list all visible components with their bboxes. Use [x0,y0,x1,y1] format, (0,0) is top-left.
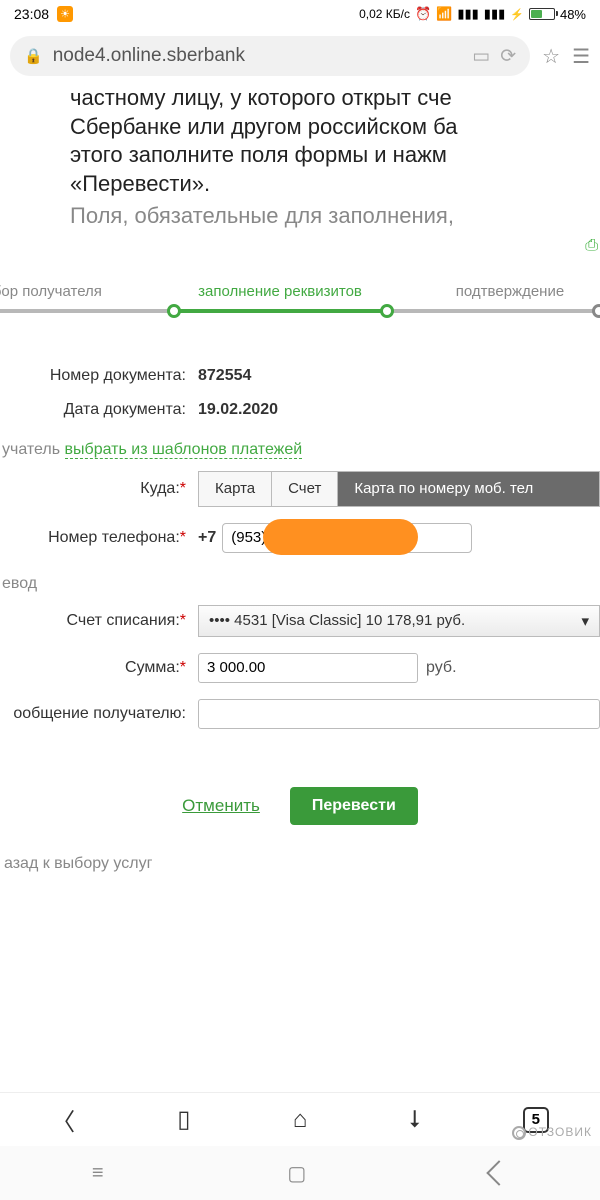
intro-sub: Поля, обязательные для заполнения, [70,202,600,231]
doc-num-value: 872554 [198,367,251,385]
menu-icon[interactable]: ☰ [572,44,590,69]
signal-icon-1: ▮▮▮ [457,6,478,22]
intro-line: этого заполните поля формы и нажм [70,141,600,170]
tab-mobile[interactable]: Карта по номеру моб. тел [338,472,599,506]
nav-home-icon[interactable]: ⌂ [293,1106,308,1134]
sys-home-icon[interactable]: ▢ [287,1161,306,1186]
amount-input[interactable] [198,653,418,683]
account-value: •••• 4531 [Visa Classic] 10 178,91 руб. [209,612,465,629]
template-link[interactable]: выбрать из шаблонов платежей [65,441,303,459]
nav-back-icon[interactable]: 〈 [51,1102,75,1137]
recipient-section: учатель выбрать из шаблонов платежей [0,427,600,463]
progress-steps: выбор получателя заполнение реквизитов п… [0,277,600,327]
account-select[interactable]: •••• 4531 [Visa Classic] 10 178,91 руб. … [198,605,600,637]
lock-icon: 🔒 [24,47,43,65]
transfer-form: Номер документа: 872554 Дата документа: … [0,359,600,873]
doc-date-label: Дата документа: [0,401,198,419]
message-label: ообщение получателю: [0,705,198,723]
battery-icon [529,8,555,20]
alarm-icon: ⏰ [415,6,431,22]
data-speed: 0,02 КБ/с [359,7,410,21]
watermark: ОТЗОВИК [512,1125,592,1140]
step-details[interactable]: заполнение реквизитов [190,283,370,300]
destination-tabs: Карта Счет Карта по номеру моб. тел [198,471,600,507]
step-confirm[interactable]: подтверждение [420,283,600,300]
intro-line: частному лицу, у которого открыт сче [70,84,600,113]
sys-recent-icon[interactable]: ≡ [92,1162,104,1185]
redaction-mark [263,519,418,555]
doc-date-value: 19.02.2020 [198,401,278,419]
step-recipient[interactable]: выбор получателя [0,283,128,300]
step-dot [592,304,600,318]
transfer-section: евод [0,561,600,597]
intro-line: Сбербанке или другом российском ба [70,113,600,142]
nav-bookmarks-icon[interactable]: ▯ [177,1105,190,1134]
status-bar: 23:08 0,02 КБ/с ⏰ 📶 ▮▮▮ ▮▮▮ ⚡ 48% [0,0,600,28]
reload-icon[interactable]: ⟳ [500,45,516,68]
phone-prefix: +7 [198,529,216,547]
battery-percent: 48% [560,7,586,22]
currency-label: руб. [426,659,457,677]
url-field[interactable]: 🔒 node4.online.sberbank ▭ ⟳ [10,36,530,76]
tab-card[interactable]: Карта [199,472,272,506]
reader-icon[interactable]: ▭ [472,45,490,68]
back-link[interactable]: азад к выбору услуг [0,825,600,873]
form-actions: Отменить Перевести [0,787,600,825]
bolt-icon: ⚡ [510,8,524,21]
cancel-button[interactable]: Отменить [182,796,260,816]
step-dot [167,304,181,318]
phone-label: Номер телефона:* [0,529,198,547]
weather-icon [57,6,73,22]
url-text: node4.online.sberbank [53,45,463,67]
dest-label: Куда:* [0,480,198,498]
submit-button[interactable]: Перевести [290,787,418,825]
wifi-icon: 📶 [436,6,452,22]
intro-text: частному лицу, у которого открыт сче Сбе… [0,84,600,231]
browser-address-bar: 🔒 node4.online.sberbank ▭ ⟳ ☆ ☰ [0,28,600,84]
bookmark-star-icon[interactable]: ⎙ [0,231,600,261]
tab-account[interactable]: Счет [272,472,338,506]
message-input[interactable] [198,699,600,729]
sys-back-icon[interactable] [486,1160,511,1185]
step-dot [380,304,394,318]
status-time: 23:08 [14,6,49,22]
star-icon[interactable]: ☆ [542,44,560,69]
doc-num-label: Номер документа: [0,367,198,385]
intro-line: «Перевести». [70,170,600,199]
system-nav: ≡ ▢ [0,1146,600,1200]
browser-bottom-nav: 〈 ▯ ⌂ ⭣ 5 [0,1092,600,1146]
signal-icon-2: ▮▮▮ [484,6,505,22]
chevron-down-icon: ▾ [581,612,589,630]
account-label: Счет списания:* [0,612,198,630]
amount-label: Сумма:* [0,659,198,677]
nav-download-icon[interactable]: ⭣ [409,1106,420,1134]
